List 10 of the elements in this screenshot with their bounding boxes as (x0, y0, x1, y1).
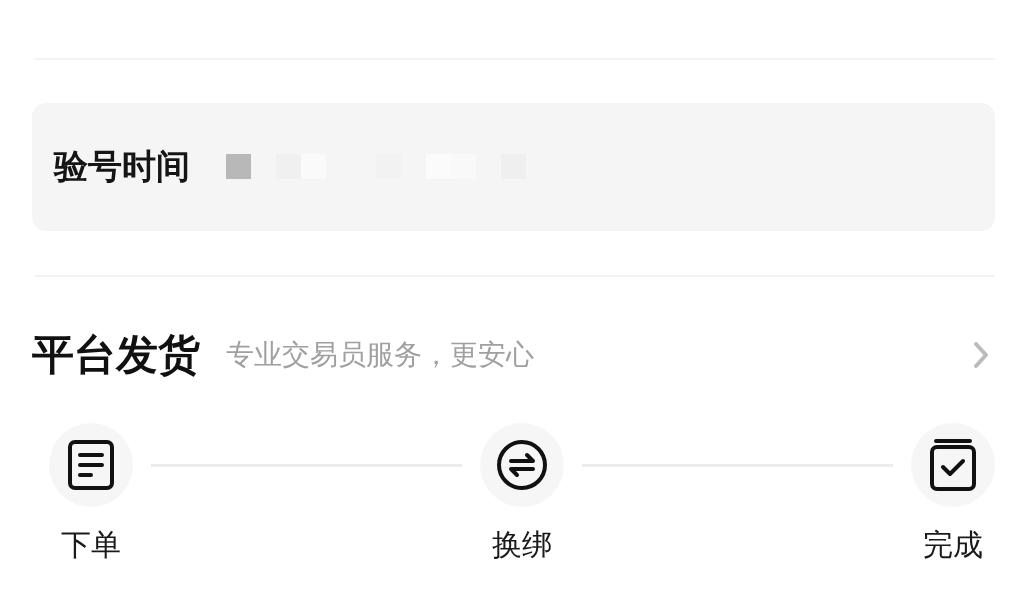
step-label: 换绑 (492, 526, 552, 564)
document-icon (67, 439, 115, 491)
step-label: 下单 (61, 526, 121, 564)
checked-box-icon (929, 438, 977, 492)
section-subtitle: 专业交易员服务，更安心 (226, 337, 535, 373)
chevron-right-icon[interactable] (973, 341, 989, 369)
section-title: 平台发货 (32, 329, 200, 381)
swap-icon (496, 439, 548, 491)
field-label: 验号时间 (54, 145, 190, 188)
step-label: 完成 (923, 526, 983, 564)
